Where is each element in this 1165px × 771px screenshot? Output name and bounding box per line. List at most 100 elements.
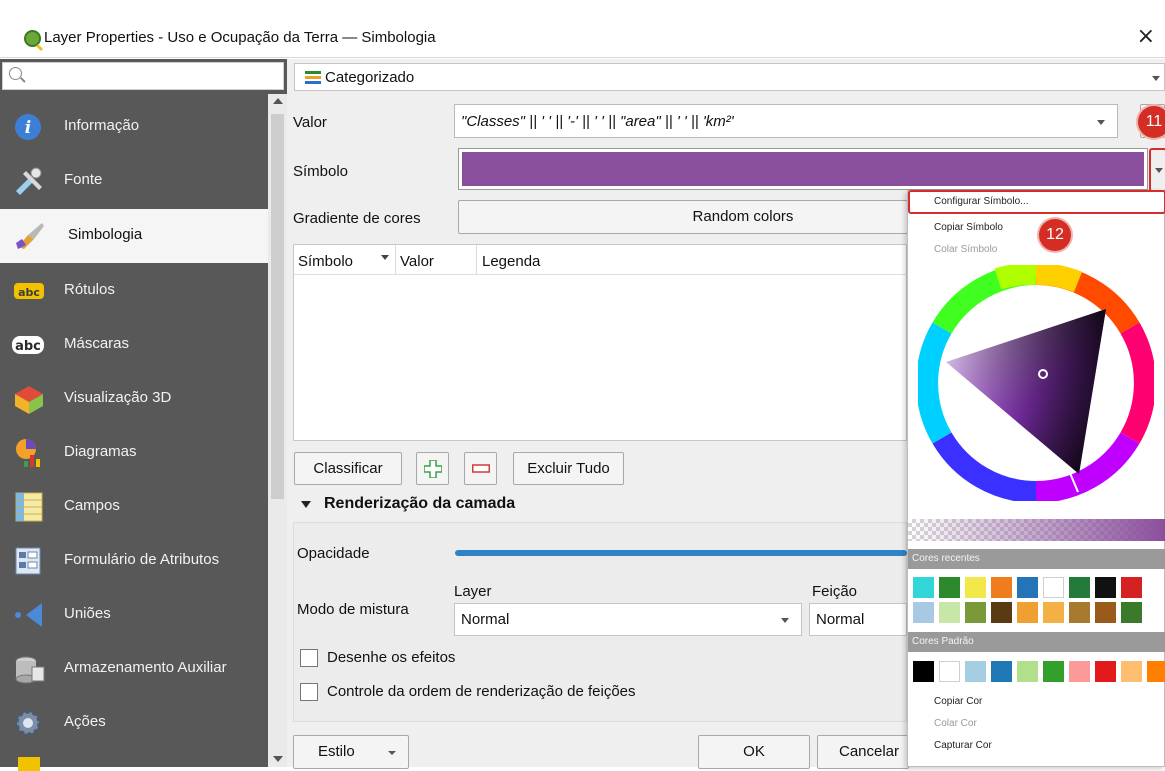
sidebar-item-armazenamento-auxiliar[interactable]: Armazenamento Auxiliar — [0, 643, 268, 695]
column-header-valor[interactable]: Valor — [400, 253, 434, 270]
symbol-button[interactable] — [458, 148, 1148, 190]
menu-item-colar-simbolo: Colar Símbolo — [934, 244, 998, 255]
sidebar-scrollbar-thumb[interactable] — [271, 114, 284, 499]
color-swatch[interactable] — [1147, 661, 1165, 682]
classificar-button[interactable]: Classificar — [294, 452, 402, 485]
valor-label: Valor — [293, 114, 327, 131]
chevron-down-icon — [781, 618, 789, 623]
column-header-legenda[interactable]: Legenda — [482, 253, 540, 270]
scroll-up-arrow-icon[interactable] — [273, 98, 283, 104]
minus-icon — [472, 464, 490, 473]
add-category-button[interactable] — [416, 452, 449, 485]
color-swatch[interactable] — [1095, 577, 1116, 598]
color-ramp-button[interactable]: Random colors — [458, 200, 908, 234]
sidebar-item-rotulos[interactable]: abc Rótulos — [0, 265, 268, 317]
menu-item-copiar-cor[interactable]: Copiar Cor — [934, 696, 982, 707]
diagrams-icon — [12, 437, 46, 469]
color-swatch[interactable] — [1017, 577, 1038, 598]
color-swatch[interactable] — [1017, 602, 1038, 623]
desenhe-efeitos-label[interactable]: Desenhe os efeitos — [327, 649, 455, 666]
render-order-label[interactable]: Controle da ordem de renderização de fei… — [327, 683, 636, 700]
color-swatch[interactable] — [1069, 602, 1090, 623]
fields-icon — [12, 491, 46, 523]
sidebar-search-input[interactable] — [2, 62, 284, 90]
sidebar-item-next[interactable] — [0, 751, 268, 771]
feature-blend-mode-combo[interactable]: Normal — [809, 603, 907, 636]
sidebar-item-visualizacao-3d[interactable]: Visualização 3D — [0, 373, 268, 425]
alpha-gradient — [908, 519, 1165, 541]
color-swatch[interactable] — [1043, 577, 1064, 598]
close-window-button[interactable]: × — [1137, 24, 1155, 49]
color-swatch[interactable] — [913, 661, 934, 682]
categories-table[interactable]: Símbolo Valor Legenda — [293, 244, 908, 441]
color-swatch[interactable] — [1017, 661, 1038, 682]
color-swatch[interactable] — [939, 602, 960, 623]
sidebar-item-mascaras[interactable]: abc Máscaras — [0, 319, 268, 371]
gradiente-label: Gradiente de cores — [293, 210, 421, 227]
menu-item-copiar-simbolo[interactable]: Copiar Símbolo — [934, 222, 1003, 233]
layer-blend-mode-combo[interactable]: Normal — [454, 603, 802, 636]
color-swatch[interactable] — [965, 602, 986, 623]
attributes-form-icon — [12, 545, 46, 577]
color-swatch[interactable] — [1069, 577, 1090, 598]
cancelar-button[interactable]: Cancelar — [817, 735, 909, 769]
color-swatch[interactable] — [991, 661, 1012, 682]
excluir-tudo-button[interactable]: Excluir Tudo — [513, 452, 624, 485]
color-swatch[interactable] — [1095, 602, 1116, 623]
renderer-type-combo[interactable]: Categorizado — [294, 63, 1165, 91]
sidebar-item-diagramas[interactable]: Diagramas — [0, 427, 268, 479]
sidebar-scrollbar[interactable] — [268, 94, 287, 767]
chevron-down-icon — [1155, 168, 1163, 173]
render-order-checkbox[interactable] — [300, 683, 318, 701]
ok-button[interactable]: OK — [698, 735, 810, 769]
color-swatch[interactable] — [1043, 661, 1064, 682]
menu-item-configurar-simbolo[interactable]: Configurar Símbolo... — [934, 196, 1029, 207]
cores-recentes-header: Cores recentes — [908, 549, 1165, 569]
collapse-triangle-icon[interactable] — [301, 501, 311, 508]
color-swatch[interactable] — [1069, 661, 1090, 682]
sidebar-item-campos[interactable]: Campos — [0, 481, 268, 533]
color-swatch[interactable] — [991, 602, 1012, 623]
color-wheel[interactable] — [916, 262, 1156, 505]
masks-icon: abc — [12, 329, 46, 361]
column-divider — [395, 245, 396, 275]
color-swatch[interactable] — [965, 577, 986, 598]
step-12-badge: 12 — [1039, 219, 1071, 251]
color-swatch[interactable] — [939, 661, 960, 682]
color-swatch[interactable] — [939, 577, 960, 598]
estilo-label: Estilo — [318, 743, 355, 760]
opacity-slider[interactable] — [455, 550, 907, 556]
sidebar-item-label: Formulário de Atributos — [64, 551, 220, 568]
cores-padrao-header: Cores Padrão — [908, 632, 1165, 652]
color-swatch[interactable] — [1095, 661, 1116, 682]
color-swatch[interactable] — [965, 661, 986, 682]
scroll-down-arrow-icon[interactable] — [273, 756, 283, 762]
sidebar-item-fonte[interactable]: Fonte — [0, 155, 268, 207]
valor-expression-field[interactable]: "Classes" || ' ' || '-' || ' ' || "area"… — [454, 104, 1118, 138]
symbol-dropdown-button[interactable] — [1149, 148, 1165, 192]
sidebar-item-acoes[interactable]: Ações — [0, 697, 268, 749]
color-swatch[interactable] — [1121, 577, 1142, 598]
column-header-simbolo[interactable]: Símbolo — [298, 253, 353, 270]
sidebar-item-informacao[interactable]: i Informação — [0, 101, 268, 153]
color-swatch[interactable] — [1121, 602, 1142, 623]
estilo-button[interactable]: Estilo — [293, 735, 409, 769]
qgis-logo-icon — [24, 30, 41, 47]
sidebar-item-simbologia[interactable]: Simbologia — [0, 209, 268, 263]
alpha-slider[interactable] — [908, 519, 1165, 541]
color-swatch[interactable] — [913, 577, 934, 598]
color-swatch[interactable] — [991, 577, 1012, 598]
color-swatch[interactable] — [913, 602, 934, 623]
layer-rendering-title[interactable]: Renderização da camada — [324, 495, 515, 513]
sidebar-item-formulario-atributos[interactable]: Formulário de Atributos — [0, 535, 268, 587]
color-swatch[interactable] — [1121, 661, 1142, 682]
simbolo-label: Símbolo — [293, 163, 349, 180]
color-swatch[interactable] — [1043, 602, 1064, 623]
sidebar-item-label: Fonte — [64, 171, 103, 188]
sidebar-item-unioes[interactable]: Uniões — [0, 589, 268, 641]
remove-category-button[interactable] — [464, 452, 497, 485]
menu-item-capturar-cor[interactable]: Capturar Cor — [934, 740, 992, 751]
desenhe-efeitos-checkbox[interactable] — [300, 649, 318, 667]
feature-blend-value: Normal — [816, 611, 865, 628]
renderer-type-value: Categorizado — [325, 69, 415, 86]
